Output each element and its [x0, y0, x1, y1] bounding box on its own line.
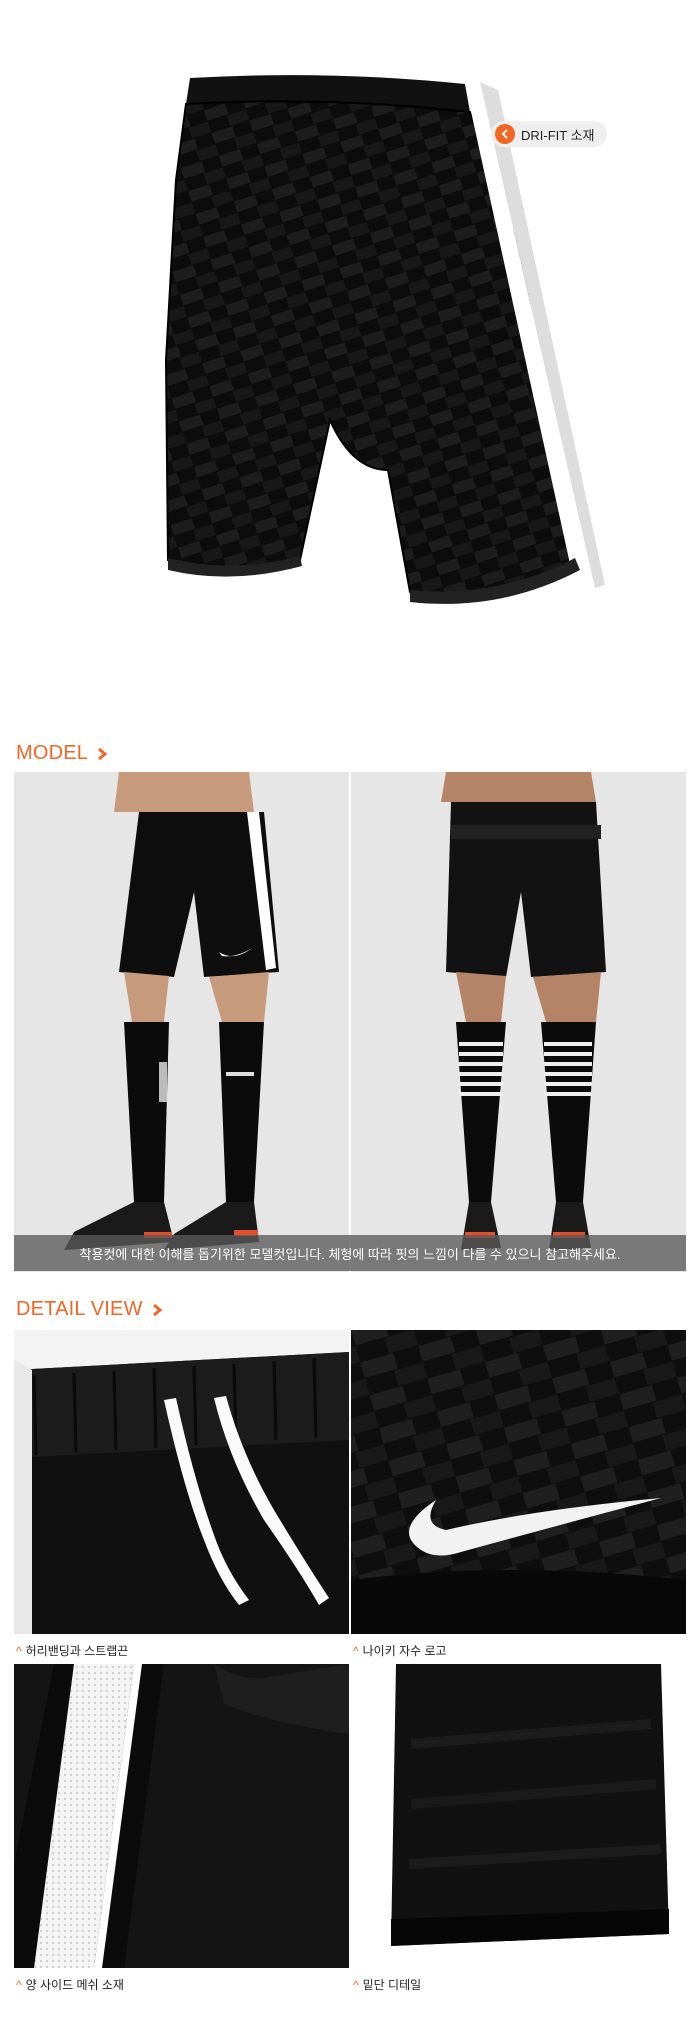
chevron-left-icon [495, 124, 515, 144]
detail-mesh-photo [14, 1664, 349, 1968]
detail-logo-photo [351, 1330, 686, 1634]
detail-caption-4: ^ 밑단 디테일 [353, 1977, 422, 1993]
dri-fit-feature-tag: DRI-FIT 소재 [491, 121, 607, 147]
model-back-photo [351, 772, 686, 1272]
detail-section-header: DETAIL VIEW [16, 1298, 163, 1321]
caret-up-icon: ^ [353, 1643, 359, 1658]
caret-up-icon: ^ [16, 1977, 22, 1992]
model-photo-caption: 착용컷에 대한 이해를 돕기위한 모델컷입니다. 체형에 따라 핏의 느낌이 다… [14, 1235, 686, 1271]
model-section-title: MODEL [16, 742, 89, 764]
detail-caption-2: ^ 나이키 자수 로고 [353, 1643, 447, 1659]
model-section-header: MODEL [16, 742, 108, 765]
detail-waistband-photo [14, 1330, 349, 1634]
caret-up-icon: ^ [353, 1977, 359, 1992]
hero-product-image: DRI-FIT 소재 [0, 0, 700, 730]
chevron-right-icon [98, 747, 108, 760]
detail-caption-1: ^ 허리밴딩과 스트랩끈 [16, 1643, 129, 1659]
chevron-right-icon [152, 1303, 163, 1316]
detail-hem-photo [351, 1664, 686, 1968]
detail-section-title: DETAIL VIEW [16, 1298, 143, 1320]
model-front-photo [14, 772, 349, 1272]
feature-tag-label: DRI-FIT 소재 [521, 127, 595, 143]
shorts-back-illustration [164, 75, 605, 604]
caret-up-icon: ^ [16, 1643, 22, 1658]
detail-caption-3: ^ 양 사이드 메쉬 소재 [16, 1977, 124, 1993]
